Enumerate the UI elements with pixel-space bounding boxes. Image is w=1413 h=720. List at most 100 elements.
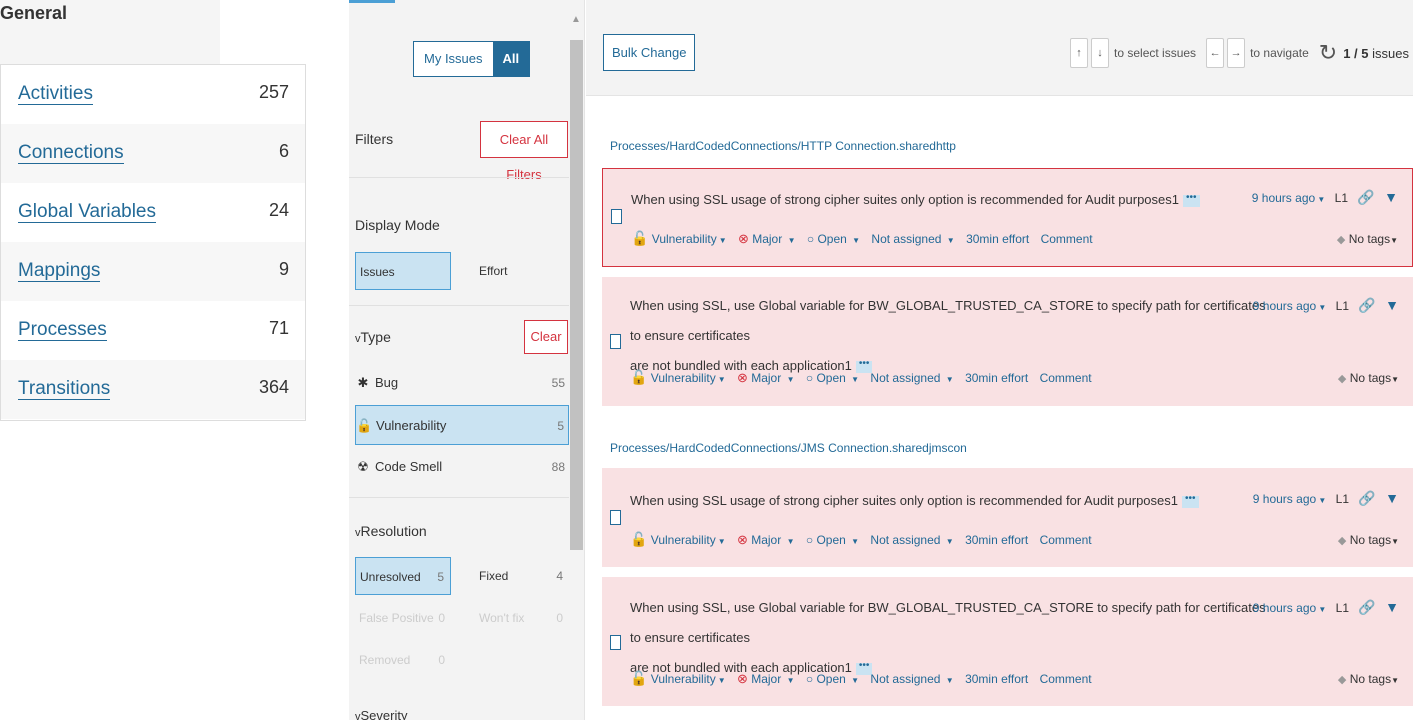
issue-message[interactable]: When using SSL usage of strong cipher su… — [631, 183, 1251, 217]
facet-bug[interactable]: ✱ Bug 55 — [355, 363, 569, 403]
issue-type-dropdown[interactable]: 🔓 Vulnerability ▼ — [630, 670, 726, 686]
scrollbar-thumb[interactable] — [570, 40, 583, 550]
issue-card[interactable]: When using SSL, use Global variable for … — [602, 577, 1413, 706]
type-heading[interactable]: vType — [355, 329, 391, 345]
facet-code-smell[interactable]: ☢ Code Smell 88 — [355, 447, 569, 487]
issue-type-dropdown[interactable]: 🔓 Vulnerability ▼ — [630, 531, 726, 547]
filter-icon[interactable]: ▼ — [1385, 490, 1399, 506]
stat-link-processes[interactable]: Processes — [18, 319, 107, 341]
stat-link-connections[interactable]: Connections — [18, 142, 124, 164]
issue-assignee-dropdown[interactable]: Not assigned ▼ — [870, 672, 953, 686]
stat-link-transitions[interactable]: Transitions — [18, 378, 111, 400]
caret-down-icon: ▼ — [851, 676, 860, 685]
issue-type-dropdown[interactable]: 🔓 Vulnerability ▼ — [630, 369, 726, 385]
issue-effort[interactable]: 30min effort — [965, 371, 1028, 385]
stat-link-mappings[interactable]: Mappings — [18, 260, 101, 282]
bulk-change-button[interactable]: Bulk Change — [603, 34, 696, 71]
issue-comment-link[interactable]: Comment — [1041, 232, 1093, 246]
issue-card[interactable]: When using SSL usage of strong cipher su… — [602, 468, 1413, 567]
reload-icon[interactable]: ↻ — [1319, 40, 1337, 66]
issue-age-link[interactable]: 9 hours ago — [1253, 601, 1316, 615]
facet-unresolved[interactable]: Unresolved 5 — [355, 557, 451, 595]
issue-age-link[interactable]: 9 hours ago — [1252, 191, 1315, 205]
filter-icon[interactable]: ▼ — [1385, 297, 1399, 313]
issue-tags[interactable]: ◆ No tags▼ — [1338, 672, 1399, 686]
issue-message[interactable]: When using SSL, use Global variable for … — [630, 291, 1270, 381]
issue-status-dropdown[interactable]: ○ Open ▼ — [806, 672, 859, 686]
scroll-up-icon[interactable]: ▲ — [571, 14, 581, 25]
issue-tags[interactable]: ◆ No tags▼ — [1338, 533, 1399, 547]
more-dots-icon[interactable]: ••• — [1183, 192, 1200, 207]
facet-fixed[interactable]: Fixed 4 — [475, 557, 569, 595]
issue-age-link[interactable]: 9 hours ago — [1253, 299, 1316, 313]
issue-tags[interactable]: ◆ No tags▼ — [1337, 232, 1398, 246]
resolution-heading[interactable]: vResolution — [355, 523, 427, 539]
issue-effort[interactable]: 30min effort — [966, 232, 1029, 246]
issue-severity-dropdown[interactable]: ⊗ Major ▼ — [737, 370, 795, 385]
divider — [349, 305, 569, 306]
issue-assignee-dropdown[interactable]: Not assigned ▼ — [870, 371, 953, 385]
arrow-left-key-icon: ← — [1206, 38, 1225, 68]
issue-checkbox[interactable] — [610, 334, 621, 349]
issue-message[interactable]: When using SSL usage of strong cipher su… — [630, 484, 1250, 518]
issue-card[interactable]: When using SSL, use Global variable for … — [602, 277, 1413, 406]
issue-assignee-dropdown[interactable]: Not assigned ▼ — [871, 232, 954, 246]
stat-link-global-variables[interactable]: Global Variables — [18, 201, 157, 223]
display-mode-heading: Display Mode — [355, 217, 440, 233]
issue-card[interactable]: When using SSL usage of strong cipher su… — [602, 168, 1413, 267]
clear-type-button[interactable]: Clear — [524, 320, 568, 354]
stat-row-global-variables[interactable]: Global Variables 24 — [1, 183, 305, 242]
filter-icon[interactable]: ▼ — [1385, 599, 1399, 615]
issue-status-dropdown[interactable]: ○ Open ▼ — [806, 371, 859, 385]
tag-icon: ◆ — [1337, 535, 1347, 547]
caret-down-icon: ▼ — [851, 537, 860, 546]
stat-row-transitions[interactable]: Transitions 364 — [1, 360, 305, 419]
filter-icon[interactable]: ▼ — [1384, 189, 1398, 205]
issue-severity-dropdown[interactable]: ⊗ Major ▼ — [738, 231, 796, 246]
caret-down-icon: ▼ — [852, 236, 861, 245]
clear-all-filters-button[interactable]: Clear All Filters — [480, 121, 568, 182]
issue-comment-link[interactable]: Comment — [1040, 371, 1092, 385]
stat-link-activities[interactable]: Activities — [18, 83, 93, 105]
issue-assignee-dropdown[interactable]: Not assigned ▼ — [870, 533, 953, 547]
issue-comment-link[interactable]: Comment — [1040, 672, 1092, 686]
issue-effort[interactable]: 30min effort — [965, 672, 1028, 686]
link-icon[interactable]: 🔗 — [1358, 490, 1375, 506]
component-link[interactable]: Processes/HardCodedConnections/HTTP Conn… — [610, 139, 956, 153]
issue-line: L1 — [1335, 492, 1350, 506]
stat-row-connections[interactable]: Connections 6 — [1, 124, 305, 183]
stat-row-activities[interactable]: Activities 257 — [1, 65, 305, 124]
issue-age-link[interactable]: 9 hours ago — [1253, 492, 1316, 506]
caret-down-icon: ▼ — [945, 537, 954, 546]
arrow-down-key-icon: ↓ — [1091, 38, 1110, 68]
issue-severity-dropdown[interactable]: ⊗ Major ▼ — [737, 671, 795, 686]
issue-comment-link[interactable]: Comment — [1040, 533, 1092, 547]
component-link[interactable]: Processes/HardCodedConnections/JMS Conne… — [610, 441, 967, 455]
display-mode-effort[interactable]: Effort — [475, 252, 569, 290]
stat-row-processes[interactable]: Processes 71 — [1, 301, 305, 360]
major-severity-icon: ⊗ — [736, 532, 748, 547]
issue-status-dropdown[interactable]: ○ Open ▼ — [806, 533, 859, 547]
facet-vulnerability[interactable]: 🔓 Vulnerability 5 — [355, 405, 569, 445]
all-issues-button[interactable]: All — [492, 42, 530, 76]
link-icon[interactable]: 🔗 — [1358, 599, 1375, 615]
issue-checkbox[interactable] — [610, 635, 621, 650]
severity-heading[interactable]: vSeverity — [355, 708, 407, 720]
issue-tags-label: No tags — [1349, 533, 1392, 547]
arrow-up-key-icon: ↑ — [1070, 38, 1089, 68]
display-mode-issues[interactable]: Issues — [355, 252, 451, 290]
more-dots-icon[interactable]: ••• — [1182, 493, 1199, 508]
issue-assignee-label: Not assigned — [870, 533, 941, 547]
issue-checkbox[interactable] — [610, 510, 621, 525]
issue-type-dropdown[interactable]: 🔓 Vulnerability ▼ — [631, 230, 727, 246]
issue-status-dropdown[interactable]: ○ Open ▼ — [807, 232, 860, 246]
my-issues-button[interactable]: My Issues — [414, 42, 493, 76]
link-icon[interactable]: 🔗 — [1358, 297, 1375, 313]
stat-count: 24 — [268, 200, 289, 220]
stat-row-mappings[interactable]: Mappings 9 — [1, 242, 305, 301]
issue-severity-dropdown[interactable]: ⊗ Major ▼ — [736, 532, 795, 547]
issue-tags[interactable]: ◆ No tags▼ — [1338, 371, 1399, 385]
issue-effort[interactable]: 30min effort — [965, 533, 1028, 547]
link-icon[interactable]: 🔗 — [1357, 189, 1374, 205]
issue-checkbox[interactable] — [611, 209, 622, 224]
